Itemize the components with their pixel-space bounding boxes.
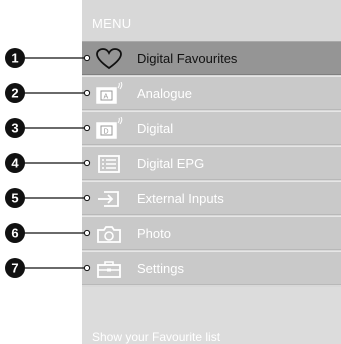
- callout-number: 4: [11, 156, 19, 171]
- callout-number: 6: [11, 226, 18, 241]
- callout-1: 1: [5, 48, 91, 68]
- callout-2: 2: [5, 83, 91, 103]
- callout-number: 5: [11, 191, 18, 206]
- callout-6: 6: [5, 223, 91, 243]
- callout-number: 2: [11, 86, 18, 101]
- callout-overlay: 1 2 3 4 5 6 7: [5, 48, 91, 278]
- callout-number: 1: [11, 51, 18, 66]
- callout-4: 4: [5, 153, 91, 173]
- callout-3: 3: [5, 118, 91, 138]
- callout-number: 7: [11, 261, 18, 276]
- callout-5: 5: [5, 188, 91, 208]
- callout-7: 7: [5, 258, 91, 278]
- callout-number: 3: [11, 121, 18, 136]
